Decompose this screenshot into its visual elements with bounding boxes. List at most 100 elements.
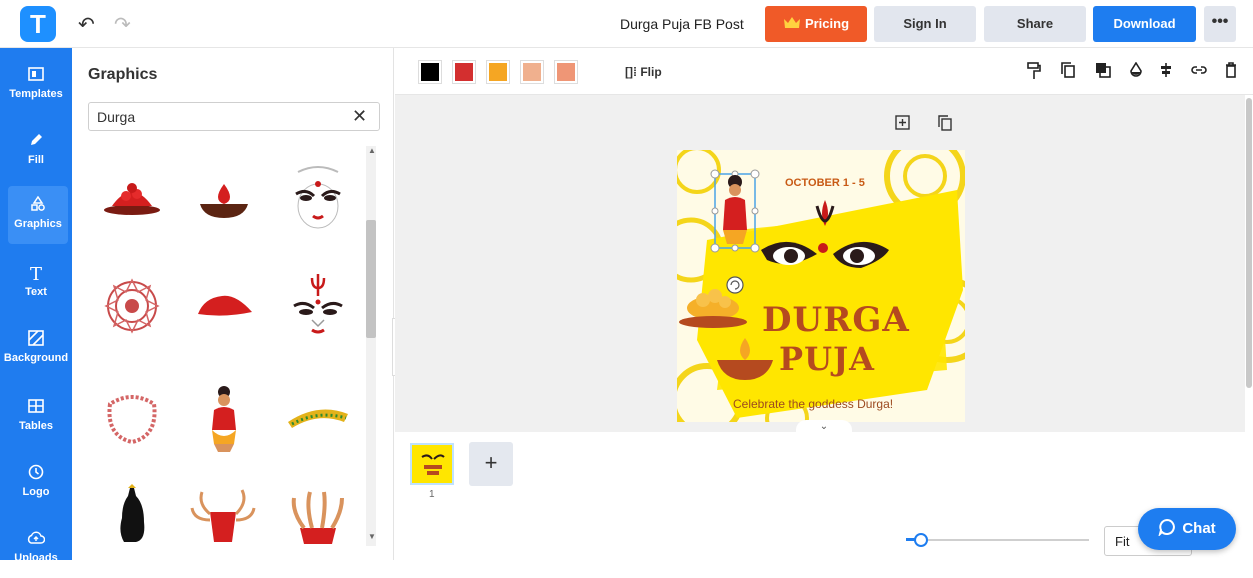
duplicate-icon[interactable] bbox=[1061, 62, 1075, 82]
mandala-icon bbox=[104, 278, 160, 334]
table-icon bbox=[0, 398, 72, 420]
panel-title: Graphics bbox=[88, 66, 158, 83]
document-title[interactable]: Durga Puja FB Post bbox=[620, 16, 744, 32]
sidebar-item-fill[interactable]: Fill bbox=[0, 122, 72, 180]
durga-face-icon bbox=[295, 166, 341, 229]
undo-icon[interactable]: ↶ bbox=[78, 12, 95, 37]
graphic-tile-hands[interactable] bbox=[278, 482, 358, 562]
title-line-durga[interactable]: DURGA bbox=[762, 300, 910, 340]
graphic-tile-hair-ornament[interactable] bbox=[278, 382, 358, 462]
graphic-tile-sindoor-bowl[interactable] bbox=[92, 158, 172, 238]
zoom-slider-handle[interactable] bbox=[914, 533, 928, 547]
text-icon: T bbox=[29, 264, 42, 285]
add-page-button[interactable]: + bbox=[469, 442, 513, 486]
tagline-text[interactable]: Celebrate the goddess Durga! bbox=[733, 397, 893, 411]
page-number: 1 bbox=[429, 489, 435, 500]
graphic-tile-multiarm[interactable] bbox=[184, 482, 264, 562]
close-icon[interactable]: ✕ bbox=[352, 106, 367, 127]
sidebar-item-label: Tables bbox=[18, 420, 54, 432]
pricing-label: Pricing bbox=[804, 16, 850, 31]
align-icon[interactable] bbox=[1159, 62, 1173, 82]
hands-icon bbox=[291, 491, 344, 544]
pricing-button[interactable]: Pricing bbox=[765, 6, 867, 42]
sidebar-item-background[interactable]: Background bbox=[0, 320, 72, 378]
scroll-down-icon[interactable]: ▼ bbox=[368, 532, 376, 541]
top-bar: T ↶ ↷ Durga Puja FB Post Pricing Sign In… bbox=[0, 0, 1253, 48]
panel-scrollbar-thumb[interactable] bbox=[366, 220, 376, 338]
color-swatch-orange[interactable] bbox=[487, 61, 509, 83]
sidebar-item-graphics[interactable]: Graphics bbox=[8, 186, 68, 244]
duplicate-page-icon[interactable] bbox=[938, 115, 952, 135]
scroll-up-icon[interactable]: ▲ bbox=[368, 146, 376, 155]
graphic-tile-mandala[interactable] bbox=[92, 272, 172, 352]
color-swatch-salmon[interactable] bbox=[555, 61, 577, 83]
trident-face-icon bbox=[293, 274, 343, 334]
sidebar-item-label: Logo bbox=[22, 486, 50, 498]
sidebar-item-templates[interactable]: Templates bbox=[0, 56, 72, 114]
diya-icon bbox=[200, 184, 248, 218]
garland-icon bbox=[107, 395, 157, 445]
crown-icon bbox=[783, 17, 800, 28]
app-logo[interactable]: T bbox=[20, 6, 56, 42]
panel-scrollbar-track[interactable] bbox=[366, 146, 376, 546]
sindoor-bowl-icon bbox=[104, 183, 160, 215]
chat-label: Chat bbox=[1182, 520, 1216, 537]
sindoor-heap-icon bbox=[198, 295, 252, 316]
sidebar-item-label: Uploads bbox=[14, 552, 58, 564]
more-options-button[interactable]: ••• bbox=[1204, 6, 1236, 42]
graphic-tile-durga-face[interactable] bbox=[278, 158, 358, 238]
chat-bubble-icon bbox=[1158, 518, 1176, 538]
graphic-tile-woman-saree[interactable] bbox=[184, 382, 264, 462]
search-input[interactable] bbox=[88, 102, 380, 131]
graphic-tile-durga-trident[interactable] bbox=[278, 272, 358, 352]
flip-button[interactable]: []⁞ Flip bbox=[625, 65, 662, 79]
sidebar-item-tables[interactable]: Tables bbox=[0, 388, 72, 446]
sidebar-item-text[interactable]: T Text bbox=[0, 254, 72, 312]
download-button[interactable]: Download bbox=[1093, 6, 1196, 42]
title-line-puja[interactable]: PUJA bbox=[779, 340, 875, 378]
paint-roller-icon[interactable] bbox=[1027, 62, 1041, 84]
graphic-tile-sindoor-heap[interactable] bbox=[184, 272, 264, 352]
chevron-down-icon: ⌄ bbox=[819, 421, 829, 432]
flip-label: Flip bbox=[640, 65, 662, 79]
background-icon bbox=[0, 330, 72, 352]
multi-arm-icon bbox=[190, 489, 256, 542]
opacity-icon[interactable] bbox=[1129, 61, 1143, 82]
page-thumbnail-preview bbox=[421, 454, 445, 475]
canvas-artwork bbox=[677, 150, 965, 422]
sidebar-item-logo[interactable]: Logo bbox=[0, 454, 72, 512]
sidebar-item-label: Text bbox=[25, 286, 47, 298]
upload-icon bbox=[0, 530, 72, 552]
workspace-scrollbar-thumb[interactable] bbox=[1246, 98, 1252, 388]
color-swatch-black[interactable] bbox=[419, 61, 441, 83]
silhouette-icon bbox=[120, 484, 145, 542]
sidebar-item-label: Fill bbox=[28, 154, 44, 166]
sidebar-item-uploads[interactable]: Uploads bbox=[0, 520, 72, 578]
event-date-text[interactable]: OCTOBER 1 - 5 bbox=[785, 177, 865, 189]
sidebar-item-label: Templates bbox=[9, 88, 63, 100]
link-icon[interactable] bbox=[1191, 62, 1207, 79]
ornament-icon bbox=[288, 409, 348, 428]
layer-icon[interactable] bbox=[1095, 62, 1111, 82]
sign-in-button[interactable]: Sign In bbox=[874, 6, 976, 42]
woman-saree-icon bbox=[212, 386, 236, 452]
graphic-tile-silhouette[interactable] bbox=[92, 482, 172, 562]
color-swatch-peach[interactable] bbox=[521, 61, 543, 83]
color-swatch-red[interactable] bbox=[453, 61, 475, 83]
zoom-slider-track[interactable] bbox=[907, 539, 1089, 541]
shapes-icon bbox=[8, 195, 68, 218]
chat-button[interactable]: Chat bbox=[1138, 508, 1236, 550]
graphic-tile-diya-red[interactable] bbox=[184, 158, 264, 238]
logo-icon bbox=[0, 464, 72, 486]
left-sidebar: Templates Fill Graphics T Text Backgroun… bbox=[0, 48, 72, 564]
share-button[interactable]: Share bbox=[984, 6, 1086, 42]
redo-icon[interactable]: ↷ bbox=[114, 12, 131, 37]
add-element-icon[interactable] bbox=[895, 115, 910, 134]
design-canvas[interactable]: OCTOBER 1 - 5 DURGA PUJA Celebrate the g… bbox=[677, 150, 965, 422]
element-toolbar: []⁞ Flip bbox=[395, 48, 1253, 95]
page-thumbnail[interactable] bbox=[410, 443, 454, 485]
graphic-tile-garland[interactable] bbox=[92, 382, 172, 462]
trash-icon[interactable] bbox=[1225, 62, 1237, 82]
pencil-icon bbox=[0, 132, 72, 154]
flip-icon: []⁞ bbox=[625, 65, 637, 79]
